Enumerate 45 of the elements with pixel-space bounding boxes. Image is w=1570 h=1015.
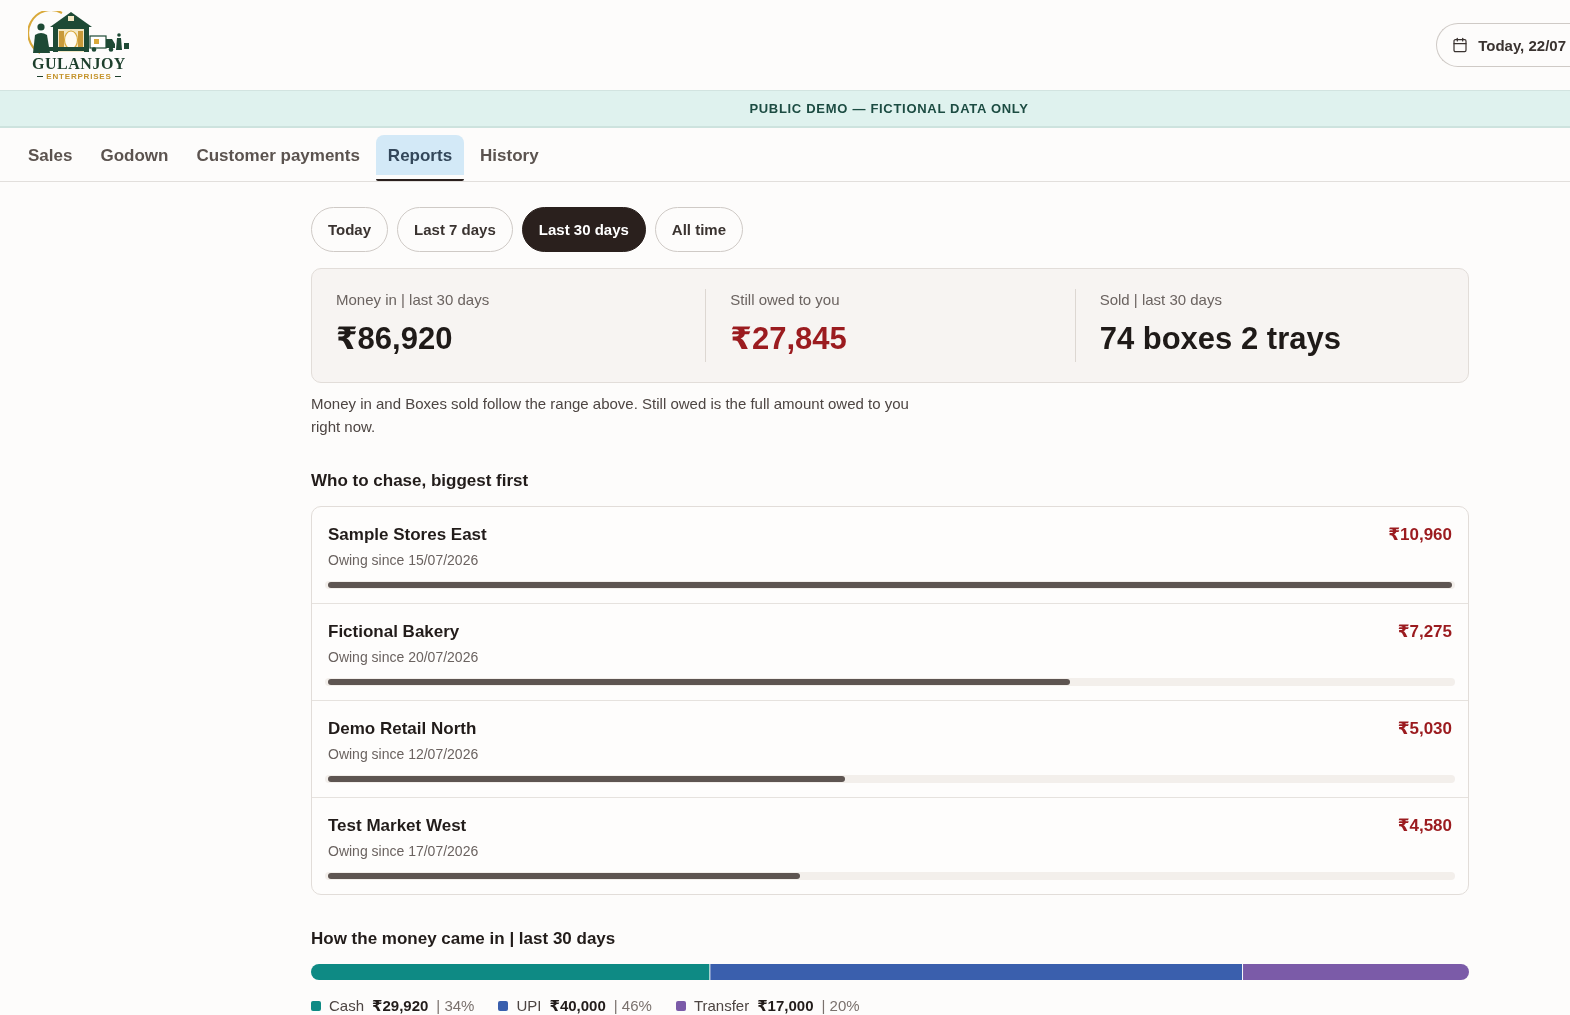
owed-amount: ₹4,580	[1397, 815, 1452, 837]
nav-tab[interactable]: Godown	[88, 135, 181, 181]
customer-name: Fictional Bakery	[328, 621, 460, 643]
stat-value: 74 boxes 2 trays	[1099, 321, 1341, 357]
brand-name: GULANJOY	[32, 56, 126, 72]
owing-since: Owing since 15/07/2026	[328, 551, 479, 569]
section-title: Who to chase, biggest first	[311, 470, 529, 492]
range-button[interactable]: Last 7 days	[397, 207, 513, 252]
legend-label: Transfer	[693, 997, 750, 1015]
customer-name: Sample Stores East	[328, 524, 487, 546]
legend-label: UPI	[516, 997, 542, 1015]
section-title: How the money came in | last 30 days	[311, 928, 616, 950]
owed-amount: ₹7,275	[1397, 621, 1452, 643]
summary-note: Money in and Boxes sold follow the range above. Still owed is the full amount owed to you right now.	[311, 394, 910, 437]
stat-value: ₹86,920	[336, 321, 453, 357]
date-button[interactable]: Today, 22/07	[1436, 23, 1570, 67]
legend-share: | 46%	[613, 997, 652, 1015]
legend-share: | 20%	[821, 997, 860, 1015]
logo-icon	[28, 11, 130, 55]
owing-since: Owing since 17/07/2026	[328, 842, 479, 860]
banner-text: PUBLIC DEMO — FICTIONAL DATA ONLY	[749, 101, 1029, 116]
legend-amount: ₹17,000	[757, 997, 814, 1015]
nav-tab[interactable]: History	[468, 135, 551, 181]
customer-name: Test Market West	[328, 815, 467, 837]
legend-share: | 34%	[436, 997, 475, 1015]
calendar-icon	[1452, 37, 1469, 53]
legend-amount: ₹40,000	[549, 997, 606, 1015]
range-button[interactable]: Today	[311, 207, 389, 252]
nav-tab[interactable]: Customer payments	[184, 135, 372, 181]
range-button[interactable]: All time	[654, 207, 744, 252]
legend-amount: ₹29,920	[372, 997, 429, 1015]
owed-amount: ₹10,960	[1388, 524, 1452, 546]
stat-label: Still owed to you	[730, 290, 840, 310]
owing-since: Owing since 20/07/2026	[328, 648, 479, 666]
legend-label: Cash	[329, 997, 365, 1015]
nav-tab[interactable]: Sales	[16, 135, 85, 181]
customer-name: Demo Retail North	[328, 718, 477, 740]
stat-label: Money in | last 30 days	[336, 290, 490, 310]
nav-tab[interactable]: Reports	[375, 135, 465, 181]
owed-amount: ₹5,030	[1397, 718, 1452, 740]
stat-label: Sold | last 30 days	[1099, 290, 1222, 310]
brand-tagline: ENTERPRISES	[37, 72, 121, 81]
stat-value: ₹27,845	[730, 321, 847, 357]
owing-since: Owing since 12/07/2026	[328, 745, 479, 763]
range-button[interactable]: Last 30 days	[521, 207, 646, 252]
